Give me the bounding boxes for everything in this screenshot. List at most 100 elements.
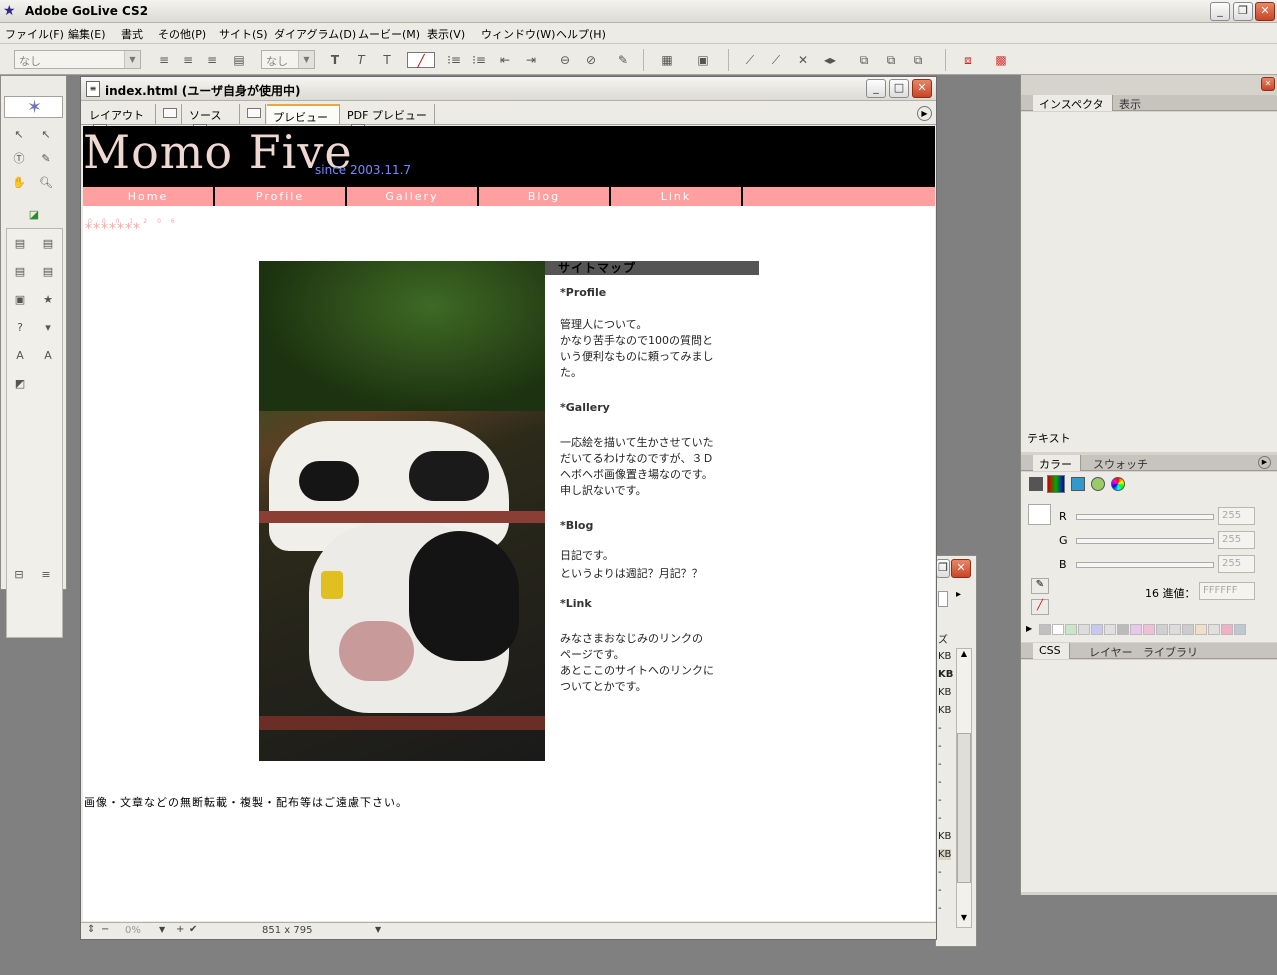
r-slider[interactable] <box>1076 514 1214 520</box>
menu-view[interactable]: 表示(V) <box>427 26 465 42</box>
g-value[interactable]: 255 <box>1218 531 1255 549</box>
sync-icon[interactable]: ⧉ <box>910 52 926 68</box>
chevron-down-icon[interactable]: ▼ <box>375 925 381 934</box>
tab-preview[interactable]: プレビュー <box>267 104 340 136</box>
nav-blog[interactable]: Blog <box>479 187 611 206</box>
close-icon[interactable]: ✕ <box>1255 2 1275 21</box>
nav-profile[interactable]: Profile <box>215 187 347 206</box>
menu-other[interactable]: その他(P) <box>158 26 206 42</box>
color-swatch[interactable] <box>1143 624 1155 635</box>
menu-help[interactable]: ヘルプ(H) <box>556 26 606 42</box>
indent-icon[interactable]: ⇥ <box>523 52 539 68</box>
minimize-icon[interactable]: _ <box>866 79 886 98</box>
color-swatch[interactable] <box>1234 624 1246 635</box>
color-swatch[interactable] <box>1221 624 1233 635</box>
help-object-icon[interactable]: ? <box>11 319 29 337</box>
color-swatch[interactable] <box>1208 624 1220 635</box>
no-color-icon[interactable]: ╱ <box>1031 599 1049 615</box>
g-slider[interactable] <box>1076 538 1214 544</box>
tab-layers[interactable]: レイヤー <box>1083 643 1141 659</box>
frame-object-icon[interactable]: ▤ <box>39 263 57 281</box>
align-right-icon[interactable]: ≡ <box>204 52 220 68</box>
color-swatch[interactable] <box>1130 624 1142 635</box>
minimize-icon[interactable]: _ <box>1210 2 1230 21</box>
palette-bottom-icon[interactable]: ⊟ <box>10 566 28 584</box>
wand-alt-icon[interactable]: ⟋ <box>768 52 784 68</box>
tab-pdf-preview[interactable]: PDF プレビュー <box>341 104 435 134</box>
options-arrow-icon[interactable]: ▶ <box>917 106 932 121</box>
nav-home[interactable]: Home <box>83 187 215 206</box>
scroll-down-icon[interactable]: ▼ <box>957 913 971 927</box>
standard-editing-icon[interactable]: ↖ <box>37 126 55 144</box>
b-value[interactable]: 255 <box>1218 555 1255 573</box>
color-palette-icon[interactable]: ▩ <box>993 52 1009 68</box>
menu-file[interactable]: ファイル(F) <box>5 26 64 42</box>
tab-css[interactable]: CSS <box>1033 643 1070 659</box>
section-heading-blog[interactable]: *Blog <box>560 518 765 534</box>
italic-icon[interactable]: T <box>353 52 369 68</box>
numbered-list-icon[interactable]: ⁝≡ <box>446 52 462 68</box>
page-object-icon[interactable]: ▤ <box>11 235 29 253</box>
b-slider[interactable] <box>1076 562 1214 568</box>
color-swatch[interactable] <box>1182 624 1194 635</box>
files-icon[interactable]: ⧉ <box>883 52 899 68</box>
color-swatch[interactable] <box>1169 624 1181 635</box>
close-icon[interactable]: ✕ <box>912 79 932 98</box>
close-icon[interactable]: ✕ <box>951 559 971 578</box>
menu-object-icon[interactable]: ▾ <box>39 319 57 337</box>
zoom-out-icon[interactable]: − <box>101 924 109 935</box>
color-swatch[interactable] <box>1117 624 1129 635</box>
menu-movie[interactable]: ムービー(M) <box>358 26 420 42</box>
menu-diagram[interactable]: ダイアグラム(D) <box>274 26 356 42</box>
outdent-icon[interactable]: ⇤ <box>497 52 513 68</box>
text-tool-icon[interactable]: Ⓣ <box>10 150 28 168</box>
bold-icon[interactable]: T <box>327 52 343 68</box>
menu-format[interactable]: 書式 <box>121 26 143 42</box>
wand-icon[interactable]: ⟋ <box>742 52 758 68</box>
scroll-up-icon[interactable]: ▲ <box>957 649 971 663</box>
preview-browser-icon[interactable]: ⧈ <box>960 52 976 68</box>
style-select[interactable]: なし ▼ <box>14 50 141 69</box>
zoom-stepper-icon[interactable]: ⇕ <box>87 924 95 935</box>
check-icon[interactable]: ✔ <box>189 924 197 935</box>
tab-layout[interactable]: レイアウト <box>83 104 156 134</box>
section-heading-link[interactable]: *Link <box>560 596 765 612</box>
tab-outline[interactable] <box>241 104 266 124</box>
close-icon[interactable]: ✕ <box>1261 77 1275 91</box>
image-icon[interactable]: ▣ <box>695 52 711 68</box>
section-heading-gallery[interactable]: *Gallery <box>560 400 765 416</box>
align-left-icon[interactable]: ≡ <box>156 52 172 68</box>
r-value[interactable]: 255 <box>1218 507 1255 525</box>
maximize-icon[interactable]: □ <box>889 79 909 98</box>
text-box-object-icon[interactable]: A <box>39 347 57 365</box>
file-scrollbar[interactable]: ▲ ▼ <box>956 648 972 928</box>
eyedropper-icon[interactable]: ✎ <box>1031 578 1049 594</box>
zoom-value[interactable]: 0% <box>125 925 141 936</box>
star-object-icon[interactable]: ★ <box>39 291 57 309</box>
color-swatch[interactable] <box>1156 624 1168 635</box>
image-object-icon[interactable]: ◩ <box>11 375 29 393</box>
menu-site[interactable]: サイト(S) <box>219 26 268 42</box>
hex-value[interactable]: FFFFFF <box>1199 582 1255 600</box>
grayscale-icon[interactable] <box>1029 477 1043 491</box>
teletype-icon[interactable]: T <box>379 52 395 68</box>
menu-window[interactable]: ウィンドウ(W) <box>481 26 555 42</box>
nav-gallery[interactable]: Gallery <box>347 187 479 206</box>
size-select[interactable]: なし ▼ <box>261 50 315 69</box>
tab-inspector[interactable]: インスペクタ <box>1033 95 1113 111</box>
file-object-icon[interactable]: ▤ <box>39 235 57 253</box>
options-arrow-icon[interactable]: ▶ <box>1258 456 1271 469</box>
tab-swatches[interactable]: スウォッチ <box>1087 455 1156 471</box>
restore-icon[interactable]: ❐ <box>1233 2 1253 21</box>
color-wheel-icon[interactable] <box>1111 477 1125 491</box>
tools-icon[interactable]: ✕ <box>795 52 811 68</box>
table-icon[interactable]: ▦ <box>659 52 675 68</box>
color-preview[interactable] <box>1028 504 1051 525</box>
bullet-list-icon[interactable]: ⁝≡ <box>471 52 487 68</box>
tab-library[interactable]: ライブラリ <box>1137 643 1206 659</box>
link-icon[interactable]: ⊖ <box>557 52 573 68</box>
anchor-object-icon[interactable]: ▤ <box>11 263 29 281</box>
unlink-icon[interactable]: ⊘ <box>583 52 599 68</box>
chevron-down-icon[interactable]: ▼ <box>159 925 165 934</box>
tab-view[interactable]: 表示 <box>1113 95 1149 111</box>
